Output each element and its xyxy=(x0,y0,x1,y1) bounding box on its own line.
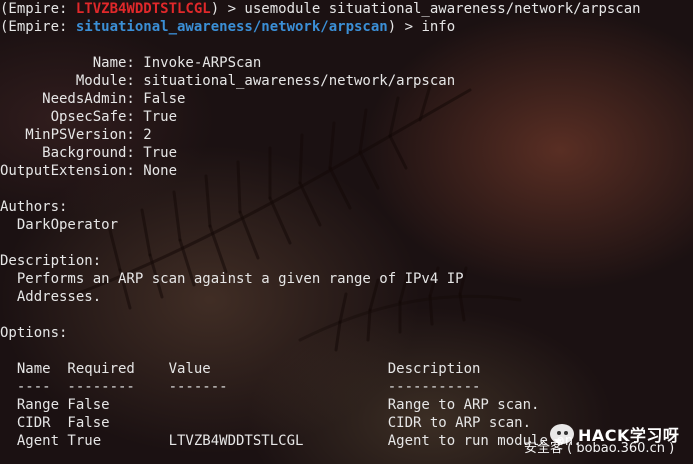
terminal-text: Description: xyxy=(0,253,102,269)
terminal-text: Background: True xyxy=(0,145,178,161)
terminal-line: Name Required Value Description xyxy=(0,360,693,378)
terminal-text: Addresses. xyxy=(0,289,102,305)
terminal-line: ---- -------- ------- ----------- xyxy=(0,378,693,396)
terminal-text: OutputExtension: None xyxy=(0,163,178,179)
watermark-subtitle: 安全客 ( bobao.360.cn ) xyxy=(524,441,675,456)
terminal-line: OutputExtension: None xyxy=(0,162,693,180)
terminal-text: ---- -------- ------- ----------- xyxy=(0,379,481,395)
terminal-text: Agent True LTVZB4WDDTSTLCGL Agent to run… xyxy=(0,433,582,449)
terminal-text: Options: xyxy=(0,325,68,341)
terminal-output: (Empire: LTVZB4WDDTSTLCGL) > usemodule s… xyxy=(0,0,693,450)
terminal-text: Module: situational_awareness/network/ar… xyxy=(0,73,456,89)
terminal-text: Name: Invoke-ARPScan xyxy=(0,55,262,71)
terminal-line: MinPSVersion: 2 xyxy=(0,126,693,144)
module-path: situational_awareness/network/arpscan xyxy=(75,19,388,35)
terminal-text: ) > info xyxy=(387,19,456,35)
terminal-text: Authors: xyxy=(0,199,68,215)
terminal-text: MinPSVersion: 2 xyxy=(0,127,152,143)
terminal-line: Authors: xyxy=(0,198,693,216)
terminal-line: (Empire: situational_awareness/network/a… xyxy=(0,18,693,36)
terminal-line: OpsecSafe: True xyxy=(0,108,693,126)
terminal-text: ) > usemodule situational_awareness/netw… xyxy=(210,1,641,17)
watermark: HACK学习呀 安全客 ( bobao.360.cn ) xyxy=(524,420,689,460)
terminal-text: OpsecSafe: True xyxy=(0,109,178,125)
terminal-text: (Empire: xyxy=(0,19,76,35)
terminal-line: (Empire: LTVZB4WDDTSTLCGL) > usemodule s… xyxy=(0,0,693,18)
terminal-text: Range False Range to ARP scan. xyxy=(0,397,540,413)
terminal-line: Module: situational_awareness/network/ar… xyxy=(0,72,693,90)
terminal-text: NeedsAdmin: False xyxy=(0,91,186,107)
terminal-line: DarkOperator xyxy=(0,216,693,234)
terminal-line: Range False Range to ARP scan. xyxy=(0,396,693,414)
terminal-line: Name: Invoke-ARPScan xyxy=(0,54,693,72)
terminal-line: Addresses. xyxy=(0,288,693,306)
terminal-text: Name Required Value Description xyxy=(0,361,481,377)
agent-name: LTVZB4WDDTSTLCGL xyxy=(75,1,211,17)
terminal-line: NeedsAdmin: False xyxy=(0,90,693,108)
terminal-text: CIDR False CIDR to ARP scan. xyxy=(0,415,532,431)
terminal-text: (Empire: xyxy=(0,1,76,17)
terminal-line: Performs an ARP scan against a given ran… xyxy=(0,270,693,288)
terminal-line: Background: True xyxy=(0,144,693,162)
terminal-line: Description: xyxy=(0,252,693,270)
terminal-line: Options: xyxy=(0,324,693,342)
terminal-text: Performs an ARP scan against a given ran… xyxy=(0,271,464,287)
terminal-text: DarkOperator xyxy=(0,217,119,233)
